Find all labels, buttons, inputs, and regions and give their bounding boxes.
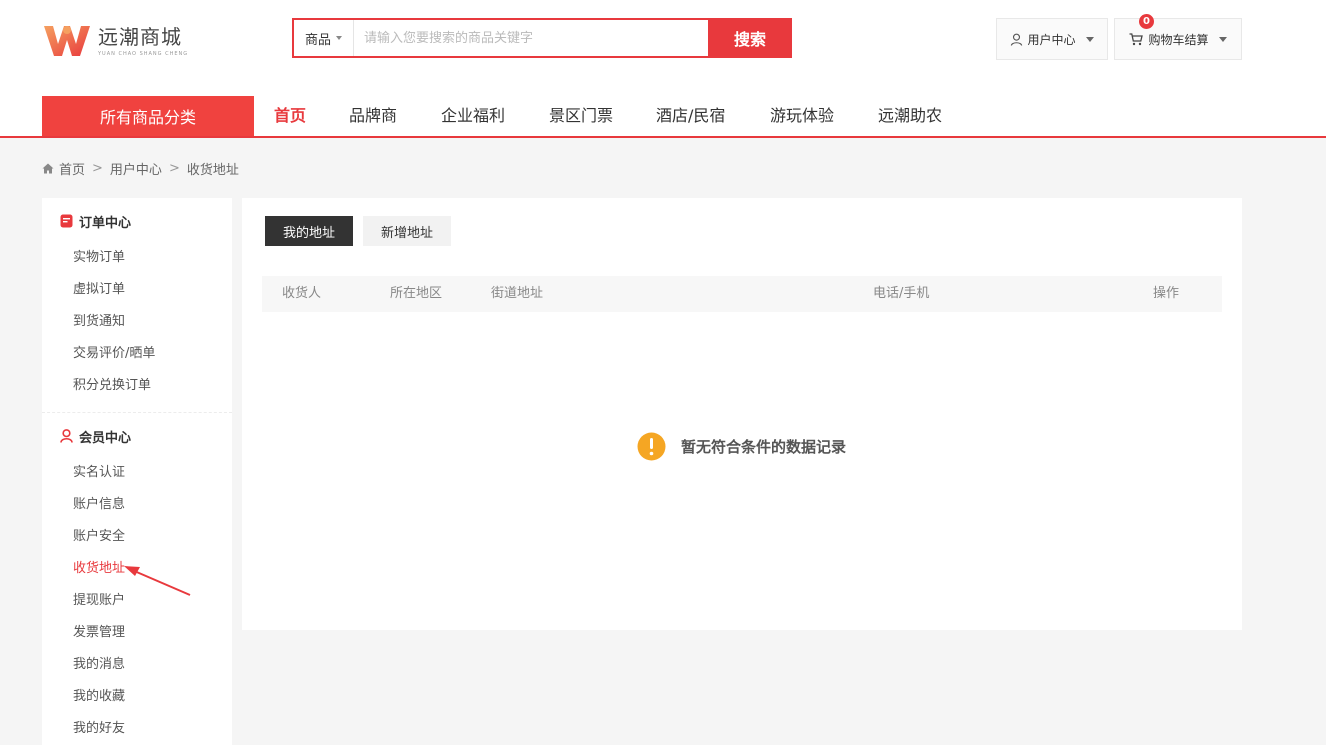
sidebar-item-favorites[interactable]: 我的收藏 (73, 687, 125, 707)
sidebar-item-physical-orders[interactable]: 实物订单 (73, 248, 125, 268)
address-panel: 我的地址 新增地址 收货人 所在地区 街道地址 电话/手机 操作 暂无符合条件的… (242, 198, 1242, 630)
caret-down-icon (1085, 36, 1094, 42)
cart-button[interactable]: 0 购物车结算 (1114, 14, 1242, 60)
breadcrumb-home[interactable]: 首页 (59, 159, 85, 178)
caret-down-icon (336, 36, 342, 40)
address-table-header: 收货人 所在地区 街道地址 电话/手机 操作 (262, 276, 1222, 312)
nav-item-hotels[interactable]: 酒店/民宿 (656, 96, 725, 136)
nav-item-welfare[interactable]: 企业福利 (441, 96, 505, 136)
tab-my-address[interactable]: 我的地址 (265, 216, 353, 246)
sidebar-item-virtual-orders[interactable]: 虚拟订单 (73, 280, 125, 300)
search-type-select[interactable]: 商品 (294, 20, 354, 56)
tab-add-address[interactable]: 新增地址 (363, 216, 451, 246)
sidebar-divider (42, 412, 232, 413)
nav-item-brands[interactable]: 品牌商 (349, 96, 397, 136)
sidebar-item-invoice[interactable]: 发票管理 (73, 623, 125, 643)
column-header-actions: 操作 (1153, 286, 1180, 301)
nav-item-tickets[interactable]: 景区门票 (549, 96, 613, 136)
column-header-phone: 电话/手机 (873, 286, 930, 301)
sidebar-item-points-orders[interactable]: 积分兑换订单 (73, 376, 151, 396)
user-icon (1011, 33, 1023, 46)
sidebar-order-center-label: 订单中心 (79, 215, 132, 231)
member-icon (60, 429, 73, 443)
search-bar: 商品 搜索 (292, 18, 792, 58)
order-icon (60, 214, 73, 228)
sidebar-member-center-label: 会员中心 (79, 430, 132, 446)
cart-icon (1129, 32, 1144, 45)
search-button[interactable]: 搜索 (708, 18, 792, 58)
cart-count-badge: 0 (1139, 14, 1154, 29)
breadcrumb-separator: > (168, 160, 180, 176)
user-center-button[interactable]: 用户中心 (996, 18, 1108, 60)
sidebar-item-account-info[interactable]: 账户信息 (73, 495, 125, 515)
empty-message: 暂无符合条件的数据记录 (681, 438, 847, 456)
sidebar-item-messages[interactable]: 我的消息 (73, 655, 125, 675)
logo[interactable]: 远潮商城 YUAN CHAO SHANG CHENG (42, 22, 188, 60)
search-input[interactable] (354, 20, 708, 56)
nav-item-home[interactable]: 首页 (274, 96, 306, 136)
column-header-region: 所在地区 (390, 286, 443, 301)
warning-icon (637, 432, 666, 461)
nav-item-experience[interactable]: 游玩体验 (770, 96, 834, 136)
main-nav: 所有商品分类 首页 品牌商 企业福利 景区门票 酒店/民宿 游玩体验 远潮助农 (0, 96, 1326, 138)
breadcrumb-user-center[interactable]: 用户中心 (110, 159, 162, 178)
logo-w-icon (44, 26, 90, 56)
annotation-arrow-icon (124, 566, 191, 596)
sidebar: 订单中心 实物订单 虚拟订单 到货通知 交易评价/晒单 积分兑换订单 会员中心 … (42, 198, 232, 745)
home-icon (42, 163, 54, 173)
brand-tagline: YUAN CHAO SHANG CHENG (98, 50, 189, 57)
column-header-street: 街道地址 (491, 286, 544, 301)
user-center-label: 用户中心 (1027, 32, 1076, 47)
brand-name: 远潮商城 (98, 24, 182, 49)
empty-state: 暂无符合条件的数据记录 (637, 432, 846, 461)
sidebar-order-center-title: 订单中心 (60, 211, 131, 231)
breadcrumb-separator: > (92, 160, 103, 176)
column-header-recipient: 收货人 (282, 286, 322, 301)
sidebar-item-real-name[interactable]: 实名认证 (73, 463, 125, 483)
caret-down-icon (1218, 36, 1227, 42)
nav-item-farm-aid[interactable]: 远潮助农 (878, 96, 942, 136)
search-type-label: 商品 (304, 32, 331, 48)
breadcrumb-current: 收货地址 (186, 162, 239, 178)
sidebar-member-center-title: 会员中心 (60, 426, 131, 446)
all-categories-button[interactable]: 所有商品分类 (42, 96, 254, 136)
breadcrumb: 首页 > 用户中心 > 收货地址 (42, 158, 239, 178)
sidebar-item-arrival-notice[interactable]: 到货通知 (73, 312, 125, 332)
header-bar: 远潮商城 YUAN CHAO SHANG CHENG 商品 搜索 用户中心 0 … (0, 0, 1326, 96)
sidebar-item-friends[interactable]: 我的好友 (73, 719, 125, 739)
sidebar-item-reviews[interactable]: 交易评价/晒单 (73, 344, 155, 364)
cart-label: 购物车结算 (1148, 32, 1209, 47)
sidebar-item-account-security[interactable]: 账户安全 (73, 527, 125, 547)
